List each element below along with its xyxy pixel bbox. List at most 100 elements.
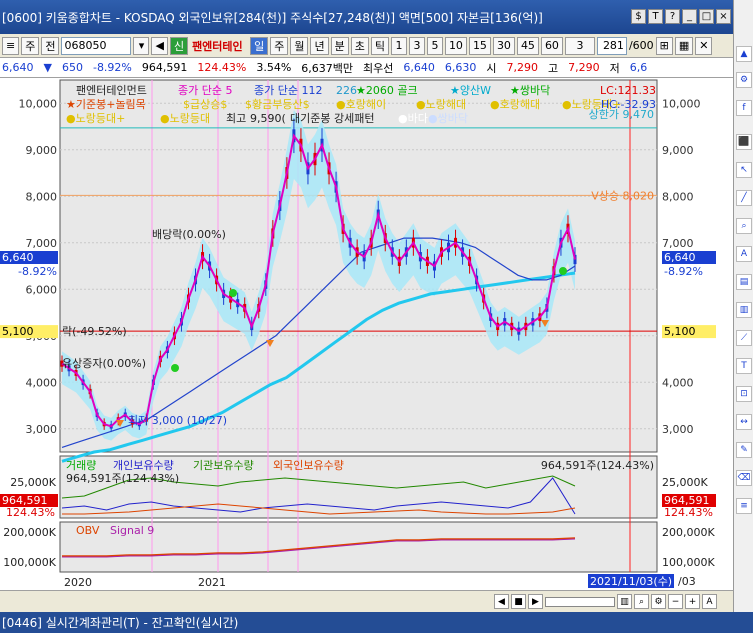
legend-golden-peak: $황금부등산$ <box>245 98 310 111</box>
period-week[interactable]: 주 <box>270 36 289 55</box>
zoom-icon[interactable]: ⌕ <box>634 594 649 609</box>
tool-3-icon[interactable]: f <box>736 100 752 116</box>
speaker-icon[interactable]: ◀ <box>151 36 168 55</box>
date-suffix: /03 <box>678 575 696 588</box>
right-line-badge: 5,100 <box>664 325 696 338</box>
grid-icon[interactable]: ▦ <box>674 36 694 55</box>
period-minute[interactable]: 분 <box>330 36 349 55</box>
interval-1[interactable]: 1 <box>390 36 407 55</box>
period-day[interactable]: 일 <box>250 36 269 55</box>
tool-15-icon[interactable]: ✎ <box>736 442 752 458</box>
zoom-out-icon[interactable]: − <box>668 594 683 609</box>
left-tick-label: 4,000 <box>26 376 58 389</box>
tool-2-icon[interactable]: ⚙ <box>736 72 752 88</box>
volume-legend-item: 외국인보유수량 <box>273 459 344 472</box>
left-tick-label: 6,000 <box>26 283 58 296</box>
signal-dot <box>229 289 237 297</box>
strong-line-label: V상승 8,020 <box>591 189 654 202</box>
legend-bada: ●바다 <box>398 112 428 125</box>
auto-icon[interactable]: A <box>702 594 717 609</box>
maximize-icon[interactable]: □ <box>699 9 714 24</box>
legend-ind-8: ●노랑등대 <box>160 112 210 125</box>
stock-chart[interactable]: 10,000 10,000 9,000 9,000 8,000 8,000 7,000 7,0… <box>0 78 733 590</box>
tool-17-icon[interactable]: ≡ <box>736 498 752 514</box>
interval-3[interactable]: 3 <box>408 36 425 55</box>
menu-icon[interactable]: ≡ <box>2 36 20 55</box>
change-percent: -8.92% <box>92 61 132 74</box>
tool-10-icon[interactable]: ▥ <box>736 302 752 318</box>
period-tick[interactable]: 틱 <box>370 36 389 55</box>
legend-ssangbadak: ★쌍바닥 <box>510 84 550 97</box>
line-icon[interactable]: ╱ <box>736 190 752 206</box>
tool-9-icon[interactable]: ▤ <box>736 274 752 290</box>
legend-ssang: ●쌍바닥 <box>428 112 468 125</box>
right-tick-label: 8,000 <box>662 190 694 203</box>
tool-4-icon[interactable]: ⬛ <box>736 134 752 150</box>
interval-60[interactable]: 60 <box>540 36 563 55</box>
upper-limit-label: 상한가 9,470 <box>589 108 654 121</box>
tool-1-icon[interactable]: ▲ <box>736 46 752 62</box>
left-tick-label: 8,000 <box>26 190 58 203</box>
status-text[interactable]: [0446] 실시간계좌관리(T) - 잔고확인(실시간) <box>2 614 238 631</box>
period-month[interactable]: 월 <box>290 36 309 55</box>
tool-16-icon[interactable]: ⌫ <box>736 470 752 486</box>
left-tick-label: 7,000 <box>26 237 58 250</box>
chart-area[interactable]: 10,000 10,000 9,000 9,000 8,000 8,000 7,000 7,0… <box>0 78 733 590</box>
close-icon[interactable]: × <box>716 9 731 24</box>
left-pct-label: -8.92% <box>18 265 57 278</box>
scroll-track[interactable] <box>545 596 615 607</box>
stop-icon[interactable]: ■ <box>511 594 526 609</box>
period-year[interactable]: 년 <box>310 36 329 55</box>
text-icon[interactable]: T <box>648 9 663 24</box>
minimize-icon[interactable]: _ <box>682 9 697 24</box>
volume-legend-item: 거래량 <box>66 459 96 472</box>
tool-11-icon[interactable]: ⟋ <box>736 330 752 346</box>
interval-45[interactable]: 45 <box>516 36 539 55</box>
tool-13-icon[interactable]: ⊡ <box>736 386 752 402</box>
right-tick-label: 9,000 <box>662 144 694 157</box>
period-second[interactable]: 초 <box>350 36 369 55</box>
turnover-rate: 3.54% <box>256 61 292 74</box>
search-icon[interactable]: ▾ <box>133 36 150 55</box>
tool-palette: ▲ ⚙ f ⬛ ↖ ╱ ⌕ A ▤ ▥ ⟋ T ⊡ ↔ ✎ ⌫ ≡ <box>733 0 753 612</box>
interval-select[interactable]: 3 <box>564 36 595 55</box>
count-input[interactable]: 281 <box>596 36 627 55</box>
dollar-icon[interactable]: $ <box>631 9 646 24</box>
interval-5[interactable]: 5 <box>426 36 443 55</box>
legend-226: 226 <box>336 84 357 97</box>
market-select[interactable]: 주 <box>21 36 40 55</box>
signal-button[interactable]: 신 <box>169 36 189 55</box>
volume-legend-item: 기관보유수량 <box>193 459 254 472</box>
interval-30[interactable]: 30 <box>492 36 515 55</box>
chart-navigation: ◀ ■ ▶ ▥ ⌕ ⚙ − + A <box>0 590 733 612</box>
interval-10[interactable]: 10 <box>444 36 467 55</box>
volume-ytick-left: 25,000K <box>10 476 56 489</box>
left-line-badge: 5,100 <box>2 325 34 338</box>
cursor-icon[interactable]: ↖ <box>736 162 752 178</box>
status-bar[interactable]: [0446] 실시간계좌관리(T) - 잔고확인(실시간) <box>0 612 753 633</box>
interval-15[interactable]: 15 <box>468 36 491 55</box>
rewind-icon[interactable]: ◀ <box>494 594 509 609</box>
forward-icon[interactable]: ▶ <box>528 594 543 609</box>
count-total: /600 <box>628 39 654 52</box>
best-label: 최우선 <box>363 61 394 75</box>
stock-code-input[interactable]: 068050 <box>61 36 132 55</box>
settings-icon[interactable]: ⚙ <box>651 594 666 609</box>
volume-ytick-right: 25,000K <box>662 476 708 489</box>
best-ask: 6,630 <box>444 61 477 74</box>
dividend-label: 배당락(0.00%) <box>152 228 226 241</box>
zoom-in-icon[interactable]: + <box>685 594 700 609</box>
tool-14-icon[interactable]: ↔ <box>736 414 752 430</box>
help-icon[interactable]: ? <box>665 9 680 24</box>
zoom-tool-icon[interactable]: ⌕ <box>736 218 752 234</box>
chart-type-icon[interactable]: ▥ <box>617 594 632 609</box>
prev-button[interactable]: 전 <box>41 36 60 55</box>
text-tool-icon[interactable]: T <box>736 358 752 374</box>
obv-ytick-200-right: 200,000K <box>662 526 715 539</box>
layout-icon[interactable]: ⊞ <box>655 36 673 55</box>
auto-tool-icon[interactable]: A <box>736 246 752 262</box>
left-tick-label: 9,000 <box>26 144 58 157</box>
close-chart-icon[interactable]: ✕ <box>695 36 713 55</box>
low-price: 6,6 <box>629 61 648 74</box>
legend-golden: ★2060 골크 <box>356 84 418 97</box>
